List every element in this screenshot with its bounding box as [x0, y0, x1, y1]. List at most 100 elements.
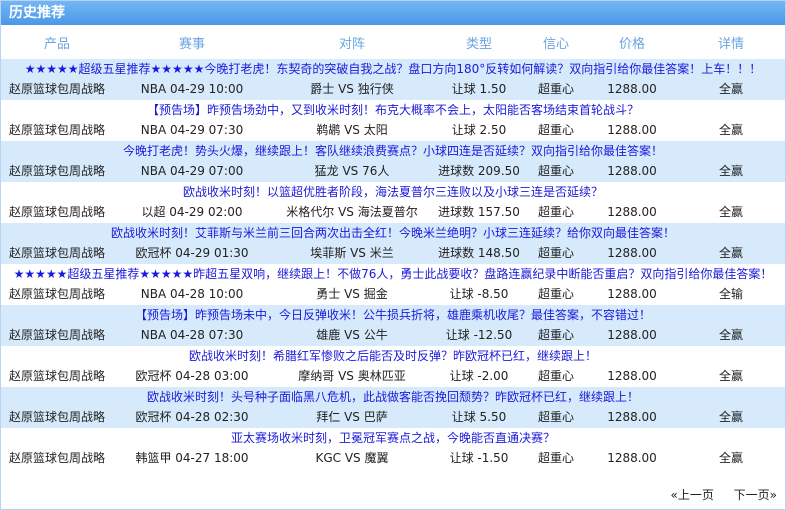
cell-type: 进球数 148.50 [438, 246, 520, 260]
record-item: ★★★★★超级五星推荐★★★★★今晚打老虎！东契奇的突破自我之战？盘口方向180… [1, 59, 785, 100]
record-headline-link[interactable]: ★★★★★超级五星推荐★★★★★昨超五星双响，继续跟上！不做76人，勇士此战要收… [1, 264, 785, 284]
header-match: 对阵 [338, 36, 365, 52]
cell-product: 赵原篮球包周战略 [8, 328, 105, 342]
record-item: 亚太赛场收米时刻，卫冕冠军赛点之战，今晚能否直通决赛？ 赵原篮球包周战略 韩篮甲 0… [1, 428, 785, 469]
cell-confidence: 超重心 [537, 328, 574, 342]
cell-type: 让球 -2.00 [449, 369, 509, 383]
cell-price: 1288.00 [607, 410, 657, 424]
cell-confidence: 超重心 [537, 164, 574, 178]
cell-type: 让球 -12.50 [445, 328, 513, 342]
cell-type: 让球 -8.50 [449, 287, 509, 301]
record-item: 欧战收米时刻！希腊红军惨败之后能否及时反弹？昨欧冠杯已红，继续跟上！ 赵原篮球包周… [1, 346, 785, 387]
header-type: 类型 [465, 36, 492, 52]
record-info-row: 赵原篮球包周战略 NBA 04-28 10:00 勇士 VS 掘金 让球 -8.50 超… [1, 284, 785, 305]
cell-type: 让球 -1.50 [449, 451, 509, 465]
cell-price: 1288.00 [607, 287, 657, 301]
cell-product: 赵原篮球包周战略 [8, 123, 105, 137]
cell-product: 赵原篮球包周战略 [8, 451, 105, 465]
cell-event: NBA 04-29 10:00 [140, 82, 244, 96]
record-item: 欧战收米时刻！头号种子面临黑八危机，此战做客能否挽回颓势？昨欧冠杯已红，继续跟上… [1, 387, 785, 428]
cell-product: 赵原篮球包周战略 [8, 205, 105, 219]
cell-detail: 全赢 [718, 205, 743, 219]
cell-match: 拜仁 VS 巴萨 [316, 410, 388, 424]
record-info-row: 赵原篮球包周战略 NBA 04-29 10:00 爵士 VS 独行侠 让球 1.50 超… [1, 79, 785, 100]
cell-type: 进球数 157.50 [438, 205, 520, 219]
cell-detail: 全赢 [718, 82, 743, 96]
record-list: ★★★★★超级五星推荐★★★★★今晚打老虎！东契奇的突破自我之战？盘口方向180… [1, 59, 785, 469]
cell-product: 赵原篮球包周战略 [8, 82, 105, 96]
cell-price: 1288.00 [607, 123, 657, 137]
cell-price: 1288.00 [607, 246, 657, 260]
record-headline-link[interactable]: 欧战收米时刻！艾菲斯与米兰前三回合两次出击全红！今晚米兰绝明？小球三连延续？给你… [1, 223, 785, 243]
cell-event: NBA 04-29 07:00 [140, 164, 244, 178]
record-item: 欧战收米时刻！以篮超优胜者阶段，海法夏普尔三连败以及小球三连是否延续？ 赵原篮球包… [1, 182, 785, 223]
record-headline-link[interactable]: 今晚打老虎！势头火爆，继续跟上！客队继续浪费赛点？小球四连是否延续？双向指引给你… [1, 141, 785, 161]
cell-confidence: 超重心 [537, 246, 574, 260]
record-headline-link[interactable]: 【预告场】昨预告场劲中，又到收米时刻！布克大概率不会上，太阳能否客场结束首轮战斗… [1, 100, 785, 120]
header-price: 价格 [618, 36, 645, 52]
cell-product: 赵原篮球包周战略 [8, 410, 105, 424]
record-item: 【预告场】昨预告场未中，今日反弹收米！公牛损兵折将，雄鹿乘机收尾？最佳答案，不容… [1, 305, 785, 346]
history-recommend-panel: 历史推荐 产品 赛事 对阵 类型 信心 价格 详情 ★★★★★超级五星推荐★★★… [0, 0, 786, 510]
record-info-row: 赵原篮球包周战略 欧冠杯 04-28 02:30 拜仁 VS 巴萨 让球 5.50 超重… [1, 407, 785, 428]
cell-event: 欧冠杯 04-28 03:00 [135, 369, 249, 383]
panel-title: 历史推荐 [1, 1, 785, 25]
cell-event: NBA 04-28 07:30 [140, 328, 244, 342]
record-info-row: 赵原篮球包周战略 NBA 04-28 07:30 雄鹿 VS 公牛 让球 -12.50… [1, 325, 785, 346]
record-headline-link[interactable]: 欧战收米时刻！希腊红军惨败之后能否及时反弹？昨欧冠杯已红，继续跟上！ [1, 346, 785, 366]
record-headline-link[interactable]: ★★★★★超级五星推荐★★★★★今晚打老虎！东契奇的突破自我之战？盘口方向180… [1, 59, 785, 79]
record-info-row: 赵原篮球包周战略 欧冠杯 04-28 03:00 摩纳哥 VS 奥林匹亚 让球 -2.… [1, 366, 785, 387]
cell-match: 埃菲斯 VS 米兰 [310, 246, 394, 260]
record-item: 欧战收米时刻！艾菲斯与米兰前三回合两次出击全红！今晚米兰绝明？小球三连延续？给你… [1, 223, 785, 264]
cell-price: 1288.00 [607, 369, 657, 383]
cell-event: 欧冠杯 04-29 01:30 [135, 246, 249, 260]
cell-detail: 全赢 [718, 246, 743, 260]
cell-detail: 全赢 [718, 410, 743, 424]
cell-confidence: 超重心 [537, 123, 574, 137]
cell-detail: 全赢 [718, 328, 743, 342]
header-product: 产品 [43, 36, 70, 52]
record-headline-link[interactable]: 欧战收米时刻！以篮超优胜者阶段，海法夏普尔三连败以及小球三连是否延续？ [1, 182, 785, 202]
record-info-row: 赵原篮球包周战略 韩篮甲 04-27 18:00 KGC VS 魔翼 让球 -1.50… [1, 448, 785, 469]
cell-price: 1288.00 [607, 82, 657, 96]
record-headline-link[interactable]: 【预告场】昨预告场未中，今日反弹收米！公牛损兵折将，雄鹿乘机收尾？最佳答案，不容… [1, 305, 785, 325]
cell-match: 鹈鹕 VS 太阳 [316, 123, 388, 137]
table-header: 产品 赛事 对阵 类型 信心 价格 详情 [1, 25, 785, 59]
cell-match: 摩纳哥 VS 奥林匹亚 [298, 369, 406, 383]
cell-match: 米格代尔 VS 海法夏普尔 [286, 205, 418, 219]
record-info-row: 赵原篮球包周战略 NBA 04-29 07:00 猛龙 VS 76人 进球数 209.… [1, 161, 785, 182]
prev-page-link[interactable]: «上一页 [670, 488, 713, 502]
cell-product: 赵原篮球包周战略 [8, 369, 105, 383]
cell-confidence: 超重心 [537, 82, 574, 96]
cell-confidence: 超重心 [537, 205, 574, 219]
cell-price: 1288.00 [607, 451, 657, 465]
record-item: 【预告场】昨预告场劲中，又到收米时刻！布克大概率不会上，太阳能否客场结束首轮战斗… [1, 100, 785, 141]
cell-price: 1288.00 [607, 205, 657, 219]
cell-type: 让球 5.50 [451, 410, 507, 424]
cell-event: NBA 04-29 07:30 [140, 123, 244, 137]
record-headline-link[interactable]: 欧战收米时刻！头号种子面临黑八危机，此战做客能否挽回颓势？昨欧冠杯已红，继续跟上… [1, 387, 785, 407]
cell-detail: 全赢 [718, 123, 743, 137]
cell-match: 爵士 VS 独行侠 [310, 82, 394, 96]
next-page-link[interactable]: 下一页» [734, 488, 777, 502]
cell-event: NBA 04-28 10:00 [140, 287, 244, 301]
cell-type: 进球数 209.50 [438, 164, 520, 178]
cell-match: 勇士 VS 掘金 [316, 287, 388, 301]
record-info-row: 赵原篮球包周战略 NBA 04-29 07:30 鹈鹕 VS 太阳 让球 2.50 超重… [1, 120, 785, 141]
header-confidence: 信心 [542, 36, 569, 52]
cell-type: 让球 1.50 [451, 82, 507, 96]
cell-event: 以超 04-29 02:00 [141, 205, 243, 219]
cell-detail: 全赢 [718, 164, 743, 178]
record-headline-link[interactable]: 亚太赛场收米时刻，卫冕冠军赛点之战，今晚能否直通决赛？ [1, 428, 785, 448]
cell-confidence: 超重心 [537, 287, 574, 301]
cell-price: 1288.00 [607, 328, 657, 342]
record-info-row: 赵原篮球包周战略 以超 04-29 02:00 米格代尔 VS 海法夏普尔 进球数 1… [1, 202, 785, 223]
cell-event: 韩篮甲 04-27 18:00 [135, 451, 249, 465]
cell-type: 让球 2.50 [451, 123, 507, 137]
cell-match: KGC VS 魔翼 [315, 451, 389, 465]
record-item: ★★★★★超级五星推荐★★★★★昨超五星双响，继续跟上！不做76人，勇士此战要收… [1, 264, 785, 305]
cell-product: 赵原篮球包周战略 [8, 164, 105, 178]
cell-detail: 全赢 [718, 369, 743, 383]
cell-confidence: 超重心 [537, 369, 574, 383]
cell-detail: 全赢 [718, 451, 743, 465]
